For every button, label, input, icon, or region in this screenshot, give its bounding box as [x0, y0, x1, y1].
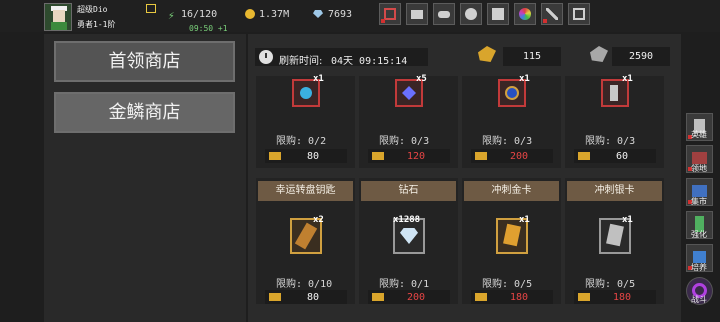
- item-price: 120: [406, 151, 426, 162]
- gamepad-icon: [438, 11, 450, 18]
- item-count: x1: [622, 215, 633, 225]
- scale-currency-icon: [578, 152, 590, 160]
- player-name: 超级Dio: [77, 5, 108, 14]
- hero-label: 英雄: [691, 130, 707, 139]
- gold-scale-value: 115: [503, 47, 561, 66]
- item-count: x1: [313, 74, 324, 84]
- silver-scale-value: 2590: [612, 47, 670, 66]
- refresh-value: 04天 09:15:14: [331, 56, 408, 67]
- item-count: x1: [519, 215, 530, 225]
- item-count: x1: [622, 74, 633, 84]
- battle-pass-button[interactable]: [541, 3, 563, 25]
- shop-cart-icon: [384, 8, 396, 20]
- item-price: 60: [615, 151, 629, 162]
- gold-value: 1.37M: [259, 9, 290, 20]
- energy-icon: ⚡: [168, 9, 175, 22]
- battle-label: 战斗: [691, 295, 707, 304]
- market-label: 集市: [691, 197, 707, 206]
- scale-currency-icon: [475, 152, 487, 160]
- enhance-label: 强化: [691, 230, 707, 239]
- fullscreen-icon: [573, 8, 585, 20]
- purchase-limit: 限购: 0/5: [585, 279, 636, 290]
- item-price: 80: [306, 292, 320, 303]
- energy-value: 16/120: [181, 9, 218, 20]
- gear-icon: [465, 8, 477, 20]
- scale-currency-icon: [578, 293, 590, 301]
- item-count: x2: [313, 215, 324, 225]
- mail-icon: [411, 10, 423, 19]
- mail-button[interactable]: [406, 3, 428, 25]
- boss-shop-tab[interactable]: 首领商店: [54, 41, 235, 82]
- purchase-limit: 限购: 0/2: [276, 136, 327, 147]
- player-rank: 勇者1-1阶: [77, 20, 116, 29]
- shop-cart-button[interactable]: [379, 3, 401, 25]
- gift-icon: [492, 8, 504, 20]
- gold-coin-icon: [245, 9, 255, 19]
- purchase-limit: 限购: 0/10: [276, 279, 333, 290]
- item-price: 80: [306, 151, 320, 162]
- scale-currency-icon: [372, 293, 384, 301]
- golden-scale-shop-tab[interactable]: 金鳞商店: [54, 92, 235, 133]
- gem-value: 7693: [328, 9, 353, 20]
- item-price: 200: [406, 292, 426, 303]
- settings-button[interactable]: [460, 3, 482, 25]
- clock-icon: [259, 50, 273, 64]
- crossed-swords-icon: [546, 8, 558, 20]
- purchase-limit: 限购: 0/5: [482, 279, 533, 290]
- item-name: 钻石: [361, 181, 456, 201]
- color-wheel-button[interactable]: [514, 3, 536, 25]
- purchase-limit: 限购: 0/3: [585, 136, 636, 147]
- scale-currency-icon: [475, 293, 487, 301]
- player-avatar[interactable]: [44, 3, 72, 31]
- item-count: x1288: [393, 215, 421, 225]
- item-price: 200: [509, 151, 529, 162]
- gamepad-button[interactable]: [433, 3, 455, 25]
- territory-label: 领地: [691, 164, 707, 173]
- fullscreen-button[interactable]: [568, 3, 590, 25]
- item-count: x1: [519, 74, 530, 84]
- scale-currency-icon: [269, 293, 281, 301]
- item-price: 180: [509, 292, 529, 303]
- scale-currency-icon: [372, 152, 384, 160]
- edit-name-icon[interactable]: [146, 4, 156, 13]
- energy-timer: 09:50 +1: [189, 24, 228, 33]
- item-name: 冲刺金卡: [464, 181, 559, 201]
- item-price: 180: [612, 292, 632, 303]
- cultivate-label: 培养: [691, 263, 707, 272]
- item-count: x5: [416, 74, 427, 84]
- purchase-limit: 限购: 0/1: [379, 279, 430, 290]
- item-name: 幸运转盘钥匙: [258, 181, 353, 201]
- item-name: 冲刺银卡: [567, 181, 662, 201]
- purchase-limit: 限购: 0/3: [379, 136, 430, 147]
- gift-button[interactable]: [487, 3, 509, 25]
- refresh-label: 刷新时间:: [279, 56, 323, 67]
- purchase-limit: 限购: 0/3: [482, 136, 533, 147]
- scale-currency-icon: [269, 152, 281, 160]
- color-wheel-icon: [519, 8, 531, 20]
